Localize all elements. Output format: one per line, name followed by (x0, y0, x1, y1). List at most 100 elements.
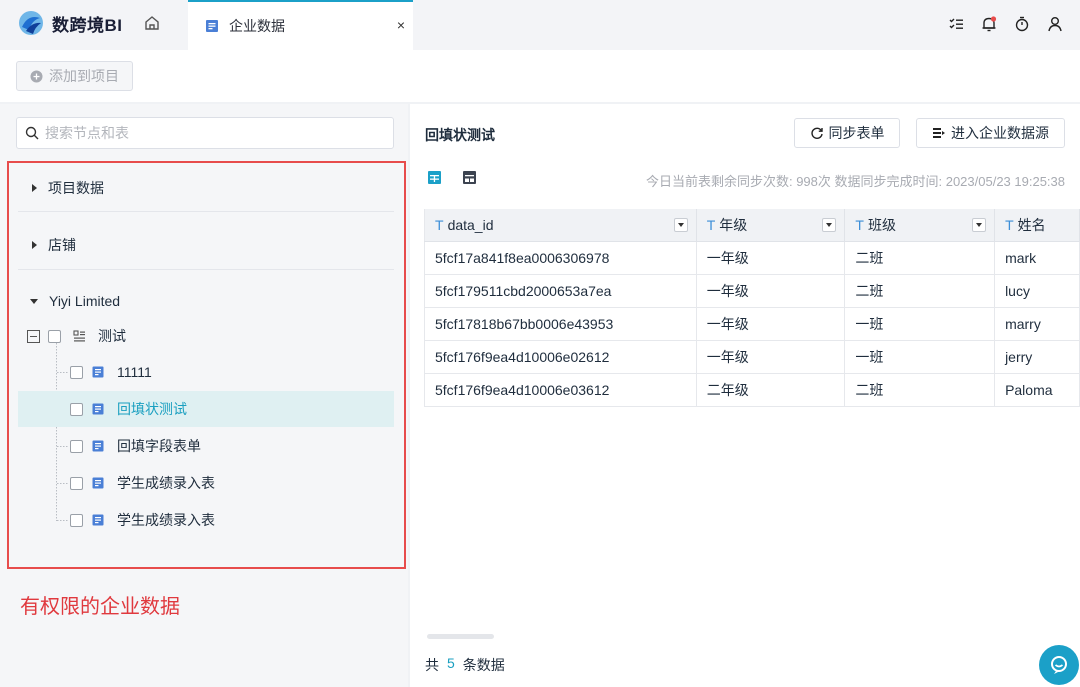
card-view-icon[interactable] (462, 170, 477, 185)
checkbox[interactable] (48, 329, 61, 343)
column-header-grade[interactable]: T 年级 (696, 209, 846, 242)
table-doc-icon (206, 20, 218, 32)
divider (18, 269, 394, 270)
table-doc-icon (92, 403, 104, 415)
tree-group-stores[interactable]: 店铺 (18, 230, 394, 260)
caret-right-icon (32, 184, 37, 192)
column-header-class[interactable]: T 班级 (844, 209, 996, 242)
timer-icon[interactable] (1013, 15, 1031, 33)
tree-item-11111[interactable]: 11111 (18, 354, 394, 390)
sync-form-button[interactable]: 同步表单 (794, 118, 900, 148)
table-cell: 5fcf176f9ea4d10006e02612 (424, 340, 697, 374)
checkbox[interactable] (70, 439, 83, 453)
table-cell: 一年级 (696, 307, 846, 341)
search-icon (25, 126, 39, 140)
add-to-project-label: 添加到项目 (49, 68, 119, 84)
tree-item-label: 学生成绩录入表 (117, 512, 215, 528)
left-panel: 项目数据 店铺 Yiyi Limited 测试 (0, 104, 408, 687)
search-input[interactable] (45, 125, 375, 141)
add-to-project-button[interactable]: 添加到项目 (16, 61, 133, 91)
table-cell: marry (994, 307, 1080, 341)
table-doc-icon (92, 514, 104, 526)
checkbox[interactable] (70, 513, 83, 527)
checkbox[interactable] (70, 402, 83, 416)
tree-item-label: 回填字段表单 (117, 438, 201, 454)
tree-group-label: 店铺 (48, 237, 76, 253)
top-right-actions (947, 15, 1064, 33)
tree-folder-test[interactable]: 测试 (18, 318, 394, 354)
tree-item-grades-1[interactable]: 学生成绩录入表 (18, 465, 394, 501)
table-row[interactable]: 5fcf17818b67bb0006e43953 一年级 一班 marry (424, 307, 1080, 341)
column-header-label: data_id (447, 216, 494, 233)
plus-circle-icon (30, 70, 43, 82)
table-cell: 一年级 (696, 241, 846, 275)
table-row[interactable]: 5fcf17a841f8ea0006306978 一年级 二班 mark (424, 241, 1080, 275)
column-header-name[interactable]: T 姓名 (994, 209, 1080, 242)
collapse-icon[interactable] (27, 329, 40, 343)
tree-item-backfill-test[interactable]: 回填状测试 (18, 391, 394, 427)
tree-item-label: 回填状测试 (117, 401, 187, 417)
table-row[interactable]: 5fcf179511cbd2000653a7ea 一年级 二班 lucy (424, 274, 1080, 308)
divider (18, 211, 394, 212)
table-doc-icon (92, 366, 104, 378)
text-type-icon: T (1005, 216, 1014, 233)
enter-datasource-label: 进入企业数据源 (951, 125, 1049, 141)
column-dropdown-icon[interactable] (822, 218, 837, 232)
table-cell: 5fcf17818b67bb0006e43953 (424, 307, 697, 341)
column-header-label: 姓名 (1017, 216, 1046, 233)
text-type-icon: T (706, 216, 716, 233)
tree-folder-label: 测试 (98, 328, 126, 344)
tree-item-backfill-form[interactable]: 回填字段表单 (18, 428, 394, 464)
checkbox[interactable] (70, 476, 83, 490)
table-cell: 一年级 (696, 340, 846, 374)
support-chat-button[interactable] (1039, 645, 1079, 685)
user-icon[interactable] (1046, 15, 1064, 33)
tree-item-grades-2[interactable]: 学生成绩录入表 (18, 502, 394, 538)
tab-label: 企业数据 (229, 18, 285, 34)
table-cell: mark (994, 241, 1080, 275)
table-row[interactable]: 5fcf176f9ea4d10006e02612 一年级 一班 jerry (424, 340, 1080, 374)
task-list-icon[interactable] (947, 15, 965, 33)
data-table: Tdata_id T 年级 T 班级 T 姓名 5fcf17a841f8ea00063… (424, 209, 1080, 407)
table-row[interactable]: 5fcf176f9ea4d10006e03612 二年级 二班 Paloma (424, 373, 1080, 407)
tree-group-project-data[interactable]: 项目数据 (18, 173, 394, 203)
tree-item-label: 学生成绩录入表 (117, 475, 215, 491)
refresh-icon (810, 127, 823, 139)
tree-group-yiyi-limited[interactable]: Yiyi Limited (18, 286, 394, 316)
toolbar: 添加到项目 (0, 50, 1080, 102)
column-header-label: 班级 (867, 216, 896, 233)
text-type-icon: T (855, 216, 864, 233)
table-view-icon[interactable] (427, 170, 442, 185)
table-cell: jerry (994, 340, 1080, 374)
tree-group-label: 项目数据 (48, 180, 104, 196)
top-bar: 数跨境BI 企业数据 × (0, 0, 1080, 50)
column-dropdown-icon[interactable] (673, 218, 688, 232)
sync-form-label: 同步表单 (828, 125, 885, 141)
column-header-data-id[interactable]: Tdata_id (424, 209, 697, 242)
tab-enterprise-data[interactable]: 企业数据 × (188, 0, 413, 50)
tree-item-label: 11111 (117, 364, 152, 380)
search-box (16, 117, 394, 149)
column-header-label: 年级 (719, 216, 748, 233)
table-cell: 5fcf176f9ea4d10006e03612 (424, 373, 697, 407)
main-panel: 回填状测试 同步表单 进入企业数据源 今日当前表剩余同步次数: 998次 数据同… (410, 104, 1080, 687)
table-cell: Paloma (994, 373, 1080, 407)
page-title: 回填状测试 (425, 127, 495, 143)
horizontal-scrollbar[interactable] (427, 634, 494, 639)
close-icon[interactable]: × (397, 17, 405, 33)
table-cell: 二班 (844, 274, 996, 308)
table-cell: lucy (994, 274, 1080, 308)
bell-icon[interactable] (980, 15, 998, 33)
home-icon[interactable] (143, 14, 161, 32)
app-logo[interactable]: 数跨境BI (18, 10, 123, 36)
checkbox[interactable] (70, 365, 83, 379)
enter-datasource-button[interactable]: 进入企业数据源 (916, 118, 1065, 148)
table-cell: 一班 (844, 340, 996, 374)
table-doc-icon (92, 440, 104, 452)
table-cell: 二年级 (696, 373, 846, 407)
table-doc-icon (92, 477, 104, 489)
sync-status-text: 今日当前表剩余同步次数: 998次 数据同步完成时间: 2023/05/23 1… (645, 174, 1065, 189)
record-count-value: 5 (447, 655, 455, 671)
folder-grid-icon (73, 329, 85, 341)
column-dropdown-icon[interactable] (972, 218, 987, 232)
